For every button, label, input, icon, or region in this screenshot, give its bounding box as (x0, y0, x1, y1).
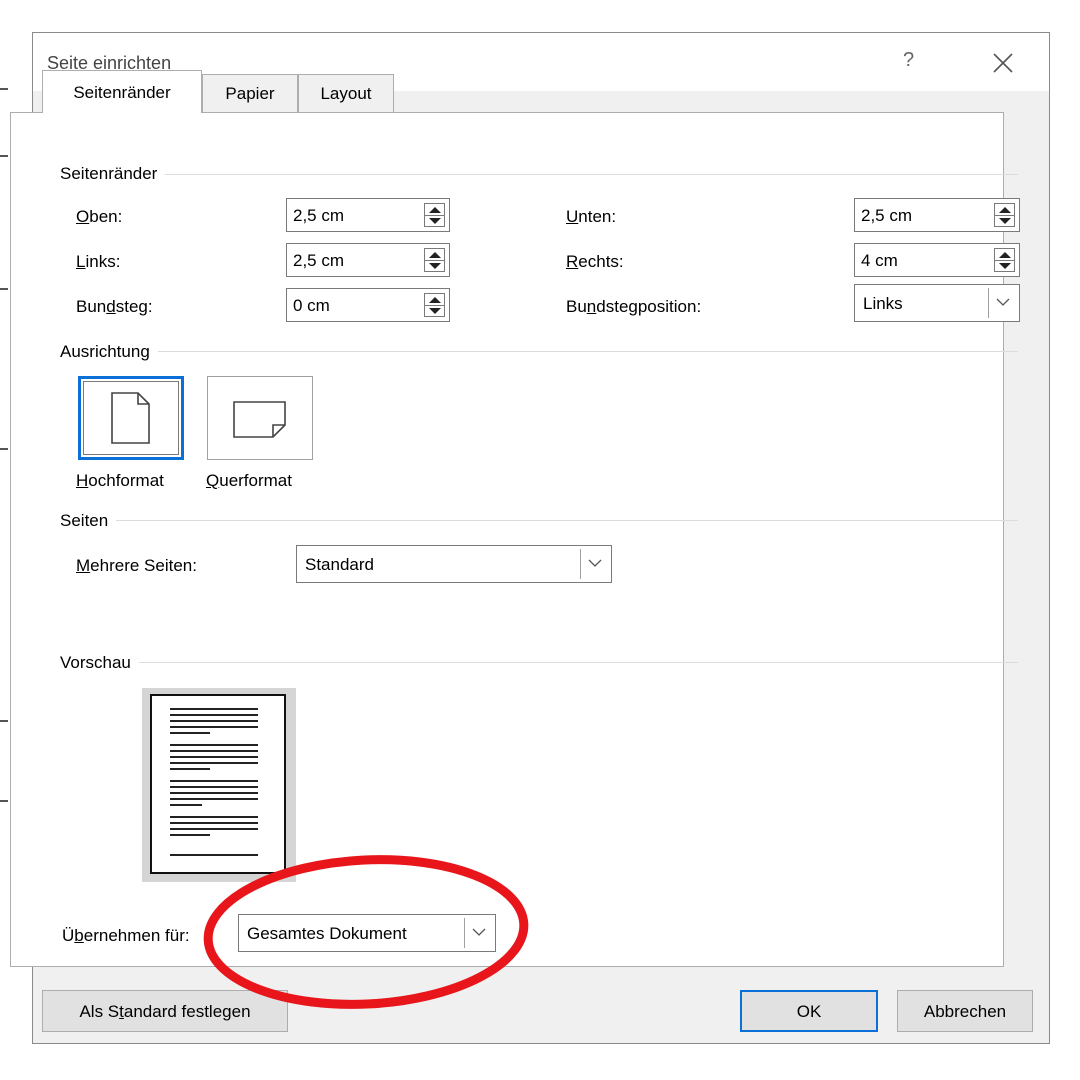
landscape-label: Querformat (206, 471, 292, 490)
set-as-default-button[interactable]: Als Standard festlegen (42, 990, 288, 1032)
left-margin-label: Links: (76, 252, 121, 271)
apply-to-value: Gesamtes Dokument (247, 924, 407, 943)
tab-label: Layout (320, 84, 372, 103)
chevron-down-icon[interactable] (580, 549, 608, 579)
tab-papier[interactable]: Papier (202, 74, 298, 112)
group-divider (60, 520, 1018, 521)
left-margin-value[interactable]: 2,5 cm (293, 251, 344, 271)
preview-page (150, 694, 286, 874)
gutter-position-dropdown[interactable]: Links (854, 284, 1020, 322)
group-divider (60, 662, 1018, 663)
ok-button[interactable]: OK (740, 990, 878, 1032)
bottom-margin-label: Unten: (566, 207, 617, 226)
gutter-value[interactable]: 0 cm (293, 296, 330, 316)
active-tab-joint (43, 112, 201, 114)
bottom-margin-value[interactable]: 2,5 cm (861, 206, 912, 226)
gutter-position-label: Bundstegposition: (566, 297, 702, 316)
close-icon[interactable] (991, 51, 1015, 75)
multiple-pages-label: Mehrere Seiten: (76, 556, 197, 575)
group-divider (60, 351, 1018, 352)
cancel-button[interactable]: Abbrechen (897, 990, 1033, 1032)
help-icon[interactable]: ? (903, 49, 914, 72)
background-document-mark (0, 155, 8, 157)
apply-to-dropdown[interactable]: Gesamtes Dokument (238, 914, 496, 952)
top-margin-label: Oben: (76, 207, 123, 226)
background-document-mark (0, 448, 8, 450)
background-document-mark (0, 800, 8, 802)
top-margin-value[interactable]: 2,5 cm (293, 206, 344, 226)
multiple-pages-dropdown[interactable]: Standard (296, 545, 612, 583)
tab-label: Papier (225, 84, 275, 103)
landscape-page-icon (233, 401, 286, 438)
tab-layout[interactable]: Layout (298, 74, 394, 112)
background-document-mark (0, 88, 8, 90)
spin-arrows-icon[interactable] (424, 248, 445, 272)
tab-seitenraender[interactable]: Seitenränder (42, 70, 202, 113)
top-margin-spinner[interactable]: 2,5 cm (286, 198, 450, 232)
orientation-group-title: Ausrichtung (60, 342, 158, 362)
tab-label: Seitenränder (73, 83, 171, 102)
pages-group-title: Seiten (60, 511, 117, 531)
background-document-mark (0, 720, 8, 722)
spin-arrows-icon[interactable] (994, 203, 1015, 227)
gutter-position-value: Links (863, 294, 903, 313)
portrait-button[interactable] (78, 376, 184, 460)
right-margin-spinner[interactable]: 4 cm (854, 243, 1020, 277)
spin-arrows-icon[interactable] (994, 248, 1015, 272)
apply-to-label: Übernehmen für: (62, 926, 190, 945)
spin-arrows-icon[interactable] (424, 203, 445, 227)
chevron-down-icon[interactable] (988, 288, 1016, 318)
gutter-spinner[interactable]: 0 cm (286, 288, 450, 322)
group-divider (60, 174, 1018, 175)
right-margin-value[interactable]: 4 cm (861, 251, 898, 271)
bottom-margin-spinner[interactable]: 2,5 cm (854, 198, 1020, 232)
portrait-label: Hochformat (76, 471, 164, 490)
left-margin-spinner[interactable]: 2,5 cm (286, 243, 450, 277)
margins-group-title: Seitenränder (60, 164, 166, 184)
gutter-label: Bundsteg: (76, 297, 153, 316)
spin-arrows-icon[interactable] (424, 293, 445, 317)
multiple-pages-value: Standard (305, 555, 374, 574)
chevron-down-icon[interactable] (464, 918, 492, 948)
preview-group-title: Vorschau (60, 653, 139, 673)
right-margin-label: Rechts: (566, 252, 624, 271)
landscape-button[interactable] (207, 376, 313, 460)
background-document-mark (0, 288, 8, 290)
portrait-page-icon (111, 392, 150, 444)
